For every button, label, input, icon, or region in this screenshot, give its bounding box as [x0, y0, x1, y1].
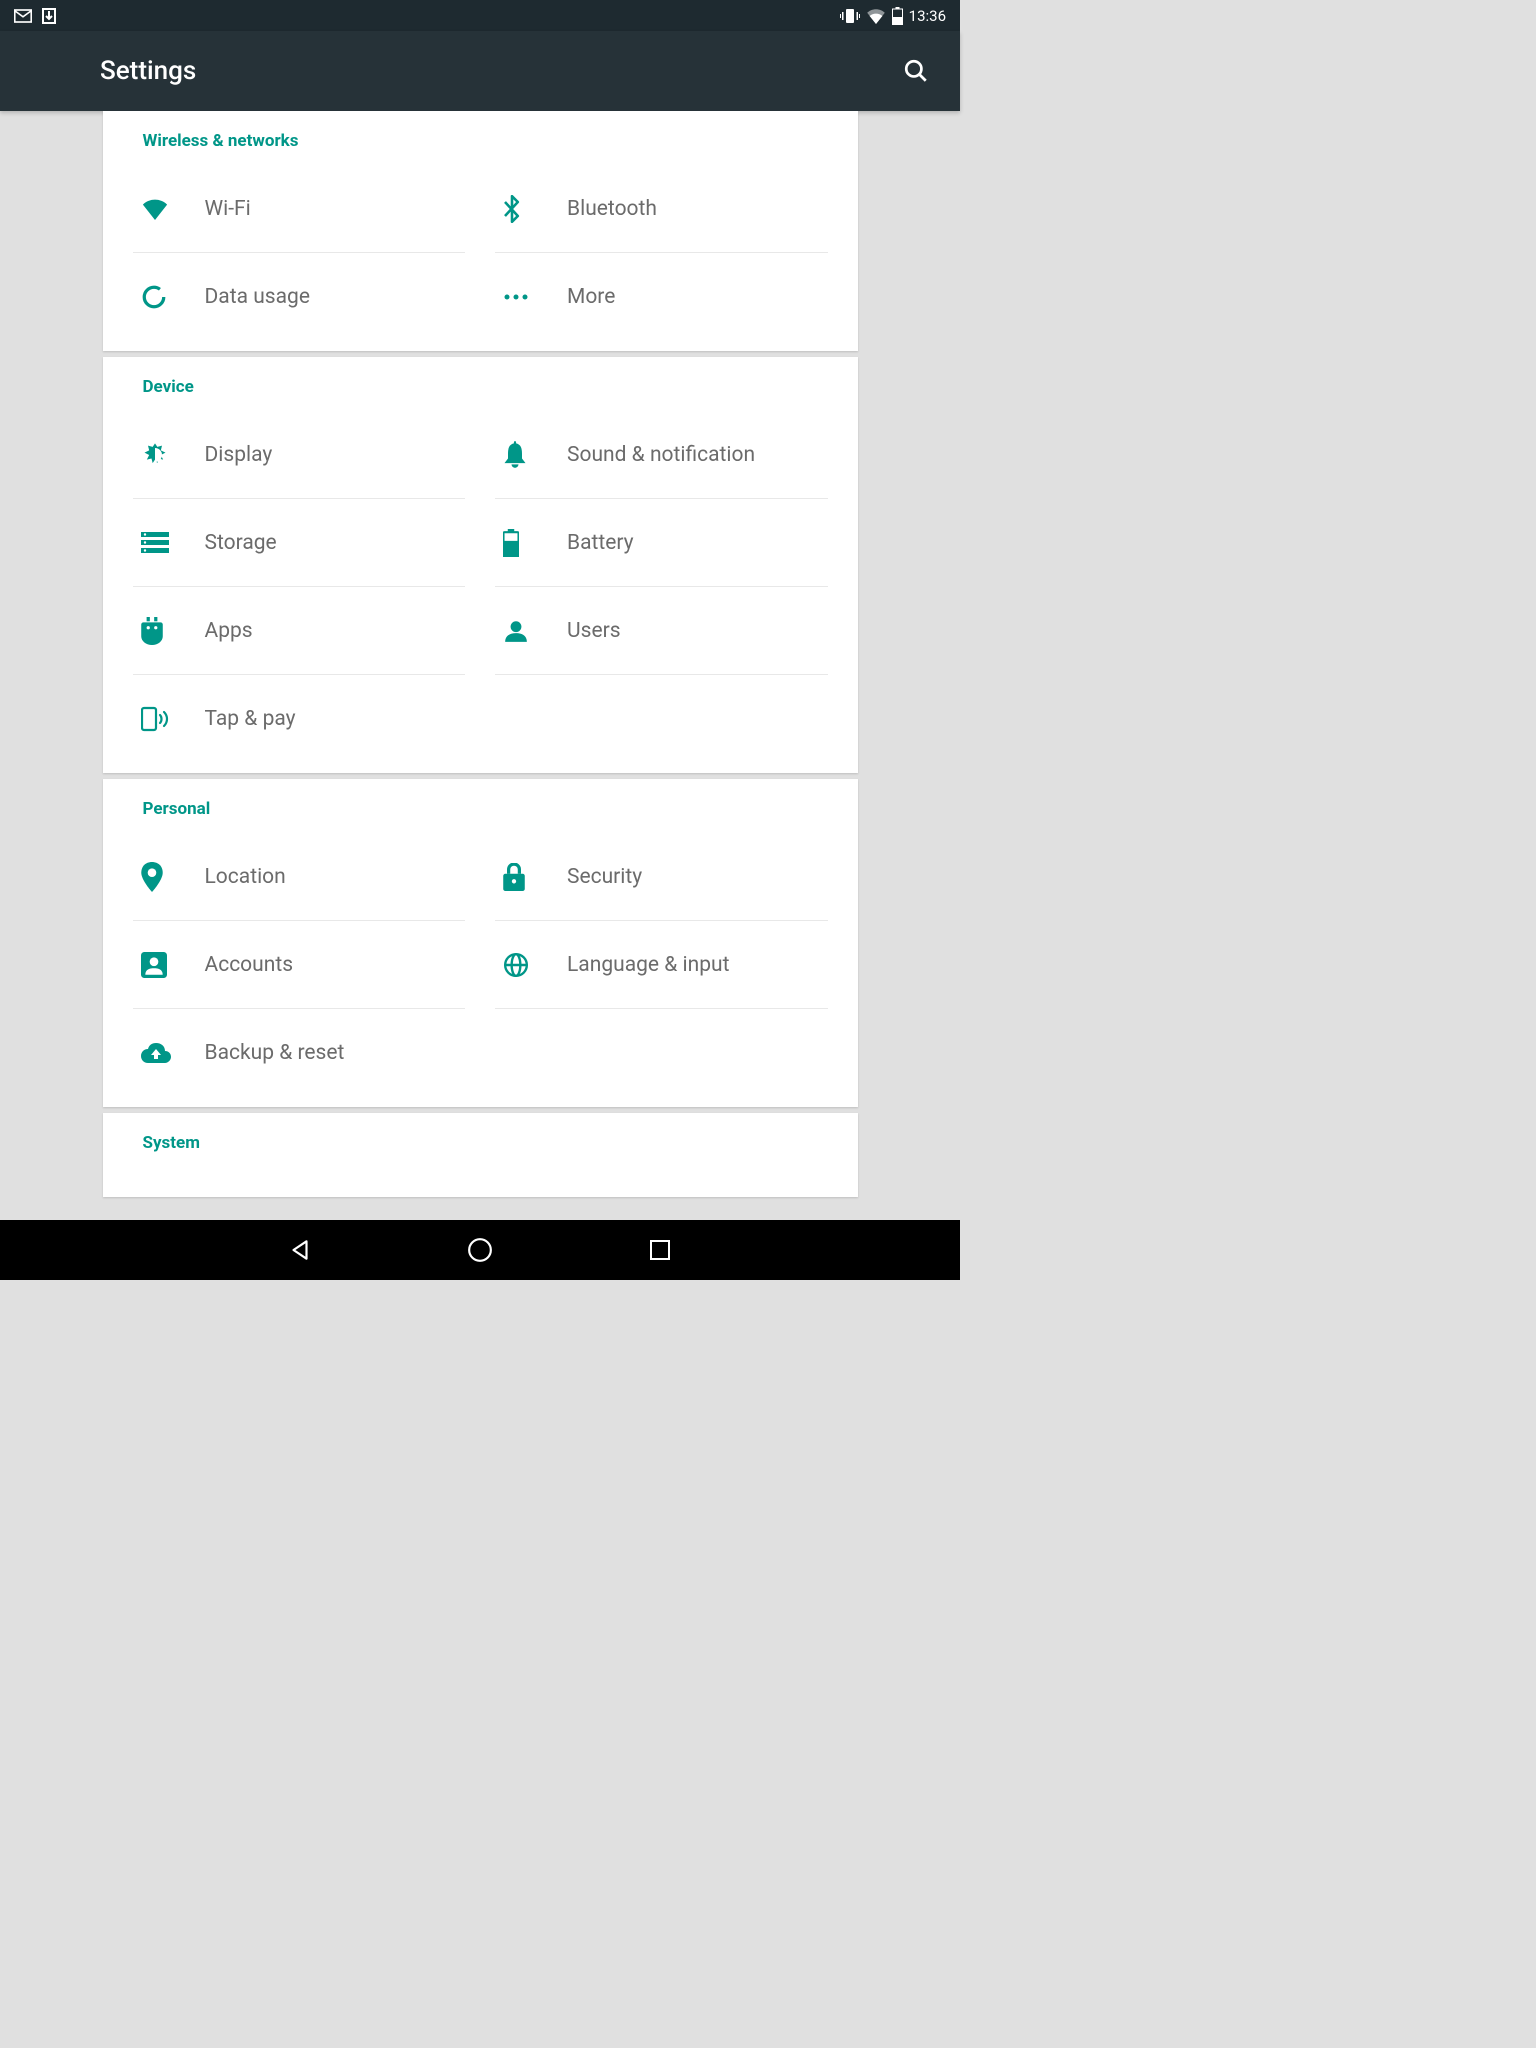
battery-icon [892, 7, 903, 25]
setting-display[interactable]: Display [133, 411, 466, 499]
label-language: Language & input [567, 953, 729, 977]
label-more: More [567, 285, 615, 309]
setting-accounts[interactable]: Accounts [133, 921, 466, 1009]
gmail-icon [14, 9, 32, 23]
label-sound: Sound & notification [567, 443, 755, 467]
nav-home-button[interactable] [460, 1230, 500, 1270]
section-system: System [103, 1113, 858, 1197]
label-wifi: Wi-Fi [205, 197, 251, 221]
label-storage: Storage [205, 531, 277, 555]
setting-backup[interactable]: Backup & reset [133, 1009, 466, 1097]
recent-icon [648, 1238, 672, 1262]
setting-sound[interactable]: Sound & notification [495, 411, 828, 499]
status-bar: 13:36 [0, 0, 960, 31]
label-bluetooth: Bluetooth [567, 197, 657, 221]
display-icon [141, 441, 205, 469]
bluetooth-icon [503, 195, 567, 223]
setting-apps[interactable]: Apps [133, 587, 466, 675]
section-header-system: System [103, 1113, 858, 1167]
section-header-personal: Personal [103, 779, 858, 833]
accounts-icon [141, 952, 205, 978]
download-icon [42, 8, 56, 24]
globe-icon [503, 952, 567, 978]
setting-language[interactable]: Language & input [495, 921, 828, 1009]
more-icon [503, 292, 567, 302]
section-header-device: Device [103, 357, 858, 411]
setting-more[interactable]: More [495, 253, 828, 341]
section-wireless: Wireless & networks Wi-Fi Bluetooth Data… [103, 111, 858, 351]
page-title: Settings [100, 56, 196, 86]
setting-users[interactable]: Users [495, 587, 828, 675]
navigation-bar [0, 1220, 960, 1280]
wifi-icon [141, 198, 205, 220]
vibrate-icon [840, 8, 860, 24]
status-left [14, 8, 56, 24]
battery-icon [503, 529, 567, 557]
search-button[interactable] [896, 51, 936, 91]
setting-data-usage[interactable]: Data usage [133, 253, 466, 341]
nav-recent-button[interactable] [640, 1230, 680, 1270]
bell-icon [503, 441, 567, 469]
back-icon [287, 1237, 313, 1263]
setting-location[interactable]: Location [133, 833, 466, 921]
status-time: 13:36 [909, 7, 946, 25]
label-location: Location [205, 865, 286, 889]
wifi-icon [866, 8, 886, 24]
setting-tap-pay[interactable]: Tap & pay [133, 675, 466, 763]
location-icon [141, 862, 205, 892]
settings-content: Wireless & networks Wi-Fi Bluetooth Data… [0, 111, 960, 1220]
backup-icon [141, 1042, 205, 1064]
tap-pay-icon [141, 706, 205, 732]
label-users: Users [567, 619, 621, 643]
users-icon [503, 618, 567, 644]
storage-icon [141, 532, 205, 554]
app-bar: Settings [0, 31, 960, 111]
lock-icon [503, 863, 567, 891]
search-icon [903, 58, 929, 84]
nav-back-button[interactable] [280, 1230, 320, 1270]
section-header-wireless: Wireless & networks [103, 111, 858, 165]
setting-bluetooth[interactable]: Bluetooth [495, 165, 828, 253]
data-usage-icon [141, 284, 205, 310]
setting-security[interactable]: Security [495, 833, 828, 921]
status-right: 13:36 [840, 7, 946, 25]
label-display: Display [205, 443, 273, 467]
label-security: Security [567, 865, 642, 889]
section-personal: Personal Location Security Accounts [103, 779, 858, 1107]
setting-wifi[interactable]: Wi-Fi [133, 165, 466, 253]
apps-icon [141, 617, 205, 645]
label-tap-pay: Tap & pay [205, 707, 296, 731]
label-data-usage: Data usage [205, 285, 310, 309]
label-battery: Battery [567, 531, 634, 555]
label-apps: Apps [205, 619, 253, 643]
label-accounts: Accounts [205, 953, 294, 977]
home-icon [467, 1237, 493, 1263]
setting-battery[interactable]: Battery [495, 499, 828, 587]
label-backup: Backup & reset [205, 1041, 345, 1065]
setting-storage[interactable]: Storage [133, 499, 466, 587]
section-device: Device Display Sound & notification Stor… [103, 357, 858, 773]
